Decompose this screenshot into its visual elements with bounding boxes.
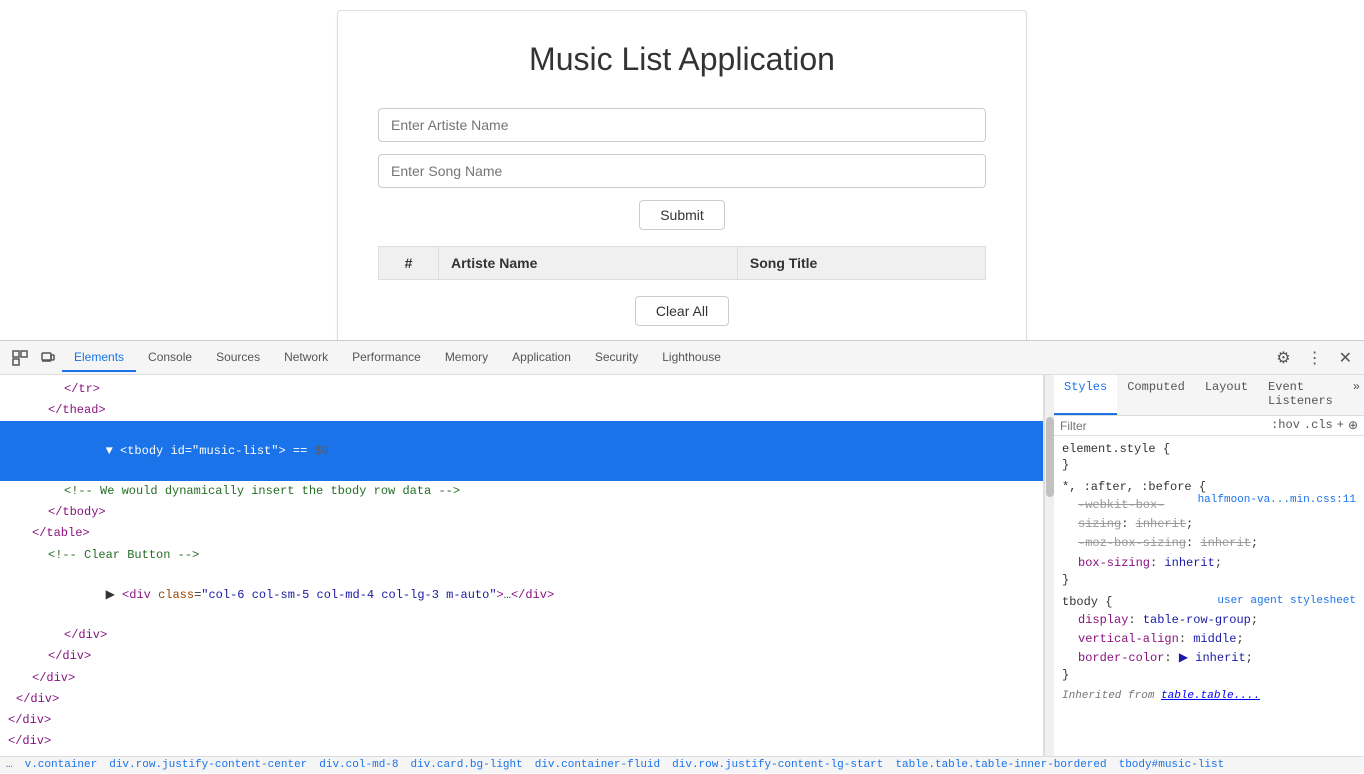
inherited-label: Inherited from table.table....	[1062, 690, 1356, 702]
tab-application[interactable]: Application	[500, 344, 583, 372]
tab-console[interactable]: Console	[136, 344, 204, 372]
col-number: #	[379, 247, 439, 280]
submit-row: Submit	[378, 200, 986, 230]
new-rule-btn[interactable]: ⊕	[1348, 418, 1358, 433]
styles-filter-input[interactable]	[1060, 419, 1267, 433]
code-line: </div>	[0, 668, 1043, 689]
styles-filter-row: :hov .cls + ⊕	[1054, 416, 1364, 436]
artiste-input-group	[378, 108, 986, 142]
styles-tab-bar: Styles Computed Layout Event Listeners »	[1054, 375, 1364, 416]
code-line: <!-- Clear Button -->	[0, 545, 1043, 566]
submit-button[interactable]: Submit	[639, 200, 725, 230]
tab-memory[interactable]: Memory	[433, 344, 500, 372]
style-rule-tbody: tbody { user agent stylesheet display: t…	[1062, 595, 1356, 683]
styles-content: element.style { } *, :after, :before { h…	[1054, 436, 1364, 756]
app-title: Music List Application	[378, 41, 986, 78]
app-card: Music List Application Submit # Artiste …	[337, 10, 1027, 357]
app-area: Music List Application Submit # Artiste …	[0, 0, 1364, 340]
style-selector: *, :after, :before { halfmoon-va...min.c…	[1062, 480, 1356, 494]
style-selector: element.style {	[1062, 442, 1356, 456]
tab-elements[interactable]: Elements	[62, 344, 136, 372]
breadcrumb-col-md-8[interactable]: div.col-md-8	[319, 759, 398, 771]
song-input[interactable]	[378, 154, 986, 188]
clear-all-button[interactable]: Clear All	[635, 296, 729, 326]
tab-more-styles[interactable]: »	[1343, 375, 1364, 415]
tab-event-listeners[interactable]: Event Listeners	[1258, 375, 1343, 415]
hov-btn[interactable]: :hov	[1271, 418, 1300, 433]
clear-row: Clear All	[378, 296, 986, 326]
code-line: </div>	[0, 689, 1043, 710]
code-line: </tbody>	[0, 502, 1043, 523]
code-line: </tr>	[0, 379, 1043, 400]
inherited-from-link[interactable]: table.table....	[1161, 690, 1260, 702]
style-prop: -moz-box-sizing: inherit;	[1062, 534, 1356, 553]
breadcrumb-row-lg[interactable]: div.row.justify-content-lg-start	[672, 759, 883, 771]
filter-actions: :hov .cls + ⊕	[1271, 418, 1358, 433]
code-line: </thead>	[0, 400, 1043, 421]
tab-security[interactable]: Security	[583, 344, 650, 372]
code-line-highlighted[interactable]: ▼ <tbody id="music-list"> == $0	[0, 421, 1043, 481]
devtools-panel: Elements Console Sources Network Perform…	[0, 340, 1364, 773]
style-prop: display: table-row-group;	[1062, 611, 1356, 630]
col-song: Song Title	[737, 247, 985, 280]
col-artiste: Artiste Name	[439, 247, 738, 280]
scrollbar-thumb	[1046, 417, 1054, 497]
table-head: # Artiste Name Song Title	[379, 247, 986, 280]
style-close-brace: }	[1062, 573, 1356, 587]
style-source: halfmoon-va...min.css:11	[1198, 494, 1356, 506]
code-line: <!-- We would dynamically insert the tbo…	[0, 481, 1043, 502]
style-close-brace: }	[1062, 668, 1356, 682]
style-prop: border-color: ▶ inherit;	[1062, 649, 1356, 668]
settings-button[interactable]: ⚙	[1270, 344, 1296, 372]
table-header-row: # Artiste Name Song Title	[379, 247, 986, 280]
tab-lighthouse[interactable]: Lighthouse	[650, 344, 733, 372]
inspect-element-button[interactable]	[6, 346, 34, 370]
code-line: </div>	[0, 710, 1043, 731]
styles-panel: Styles Computed Layout Event Listeners »…	[1054, 375, 1364, 756]
responsive-view-button[interactable]	[34, 346, 62, 370]
breadcrumb-table[interactable]: table.table.table-inner-bordered	[895, 759, 1106, 771]
breadcrumb-row[interactable]: div.row.justify-content-center	[109, 759, 307, 771]
devtools-breadcrumb: … v.container div.row.justify-content-ce…	[0, 756, 1364, 773]
devtools-right-icons: ⚙ ⋮ ✕	[1270, 344, 1358, 372]
more-options-button[interactable]: ⋮	[1301, 344, 1329, 372]
cls-btn[interactable]: .cls	[1304, 418, 1333, 433]
song-input-group	[378, 154, 986, 188]
tab-sources[interactable]: Sources	[204, 344, 272, 372]
tab-performance[interactable]: Performance	[340, 344, 433, 372]
breadcrumb-tbody[interactable]: tbody#music-list	[1119, 759, 1225, 771]
music-table: # Artiste Name Song Title	[378, 246, 986, 280]
style-rule-universal: *, :after, :before { halfmoon-va...min.c…	[1062, 480, 1356, 587]
elements-panel[interactable]: </tr> </thead> ▼ <tbody id="music-list">…	[0, 375, 1044, 756]
devtools-toolbar: Elements Console Sources Network Perform…	[0, 341, 1364, 375]
style-source: user agent stylesheet	[1217, 595, 1356, 607]
breadcrumb-card[interactable]: div.card.bg-light	[411, 759, 523, 771]
code-line: </table>	[0, 523, 1043, 544]
style-prop: box-sizing: inherit;	[1062, 554, 1356, 573]
breadcrumb-container[interactable]: v.container	[25, 759, 98, 771]
artiste-input[interactable]	[378, 108, 986, 142]
style-close-brace: }	[1062, 458, 1356, 472]
tab-computed[interactable]: Computed	[1117, 375, 1195, 415]
devtools-body: </tr> </thead> ▼ <tbody id="music-list">…	[0, 375, 1364, 756]
code-line: </div>	[0, 731, 1043, 752]
add-style-btn[interactable]: +	[1337, 418, 1344, 433]
close-devtools-button[interactable]: ✕	[1333, 344, 1358, 372]
elements-panel-scrollbar[interactable]	[1044, 375, 1054, 756]
code-line: </div>	[0, 625, 1043, 646]
tab-network[interactable]: Network	[272, 344, 340, 372]
code-line: ▶ <div class="col-6 col-sm-5 col-md-4 co…	[0, 566, 1043, 626]
style-rule-element: element.style { }	[1062, 442, 1356, 472]
code-line: </div>	[0, 646, 1043, 667]
tab-layout[interactable]: Layout	[1195, 375, 1258, 415]
style-prop: vertical-align: middle;	[1062, 630, 1356, 649]
breadcrumb-fluid[interactable]: div.container-fluid	[535, 759, 660, 771]
breadcrumb-ellipsis[interactable]: …	[6, 759, 13, 771]
tab-styles[interactable]: Styles	[1054, 375, 1117, 415]
style-selector: tbody { user agent stylesheet	[1062, 595, 1356, 609]
